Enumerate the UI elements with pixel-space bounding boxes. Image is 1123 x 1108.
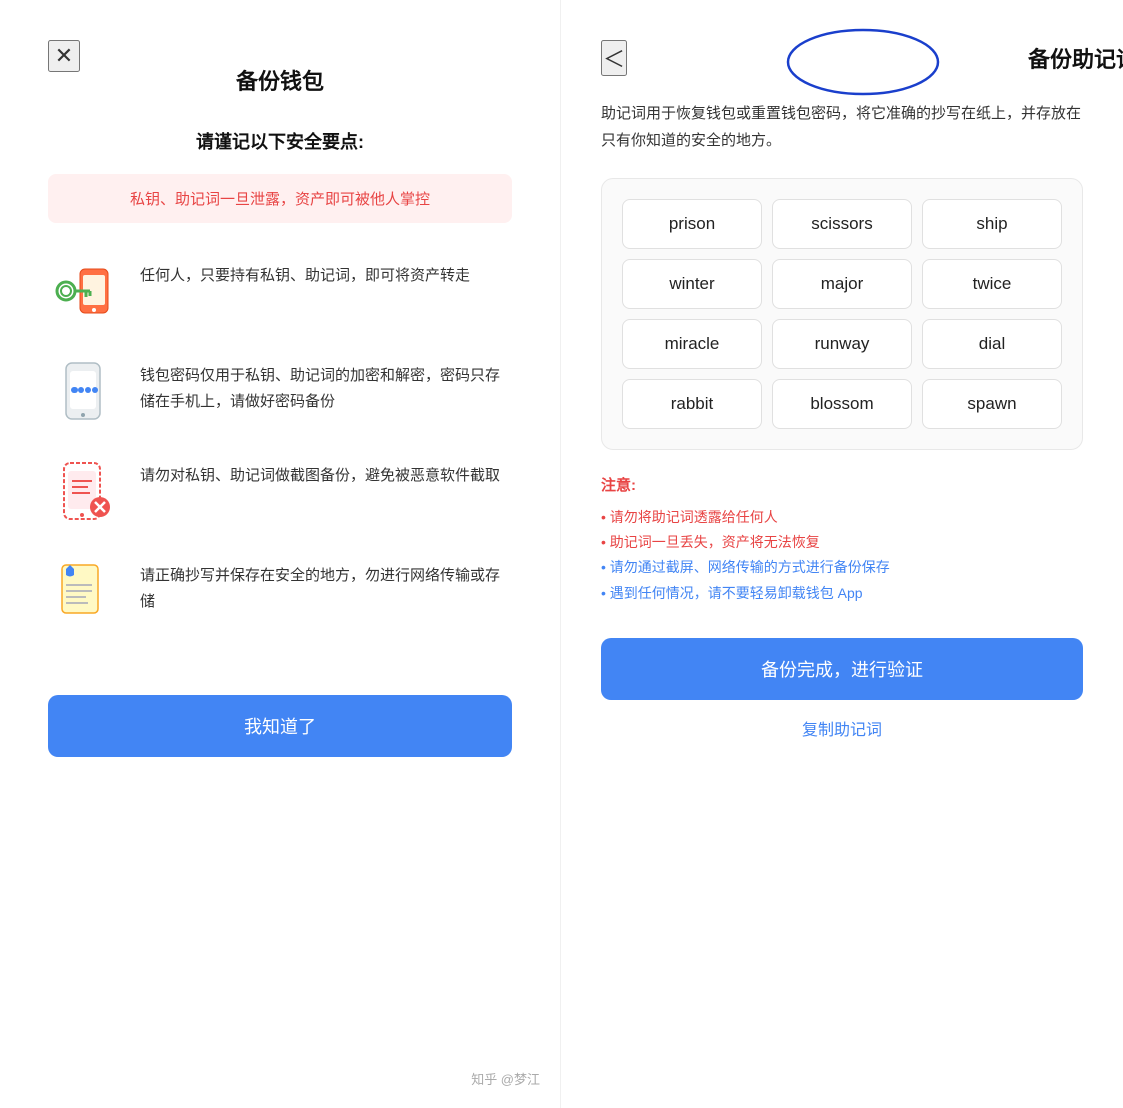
tip-icon-3 xyxy=(48,455,120,527)
safety-heading: 请谨记以下安全要点: xyxy=(48,128,512,154)
back-button[interactable]: ＜ xyxy=(601,40,627,76)
notice-title: 注意: xyxy=(601,474,1083,495)
mnemonic-grid: prisonscissorsship wintermajortwice miracl… xyxy=(601,178,1083,450)
notice-item: • 助记词一旦丢失，资产将无法恢复 xyxy=(601,530,1083,555)
tip-item-4: 请正确抄写并保存在安全的地方，勿进行网络传输或存储 xyxy=(48,555,512,627)
mnemonic-word: blossom xyxy=(772,379,912,429)
tip-text-4: 请正确抄写并保存在安全的地方，勿进行网络传输或存储 xyxy=(140,555,512,614)
tip-text-3: 请勿对私钥、助记词做截图备份，避免被恶意软件截取 xyxy=(140,455,500,489)
copy-mnemonic-link[interactable]: 复制助记词 xyxy=(601,716,1083,740)
mnemonic-word: spawn xyxy=(922,379,1062,429)
warning-banner: 私钥、助记词一旦泄露，资产即可被他人掌控 xyxy=(48,174,512,223)
right-panel: ＜ 备份助记词 助记词用于恢复钱包或重置钱包密码，将它准确的抄写在纸上，并存放在… xyxy=(561,0,1123,1108)
mnemonic-word: miracle xyxy=(622,319,762,369)
right-title: 备份助记词 xyxy=(1028,42,1123,74)
left-title: 备份钱包 xyxy=(48,56,512,96)
tip-icon-1 xyxy=(48,255,120,327)
right-header: ＜ 备份助记词 xyxy=(601,40,1083,76)
tip-item-3: 请勿对私钥、助记词做截图备份，避免被恶意软件截取 xyxy=(48,455,512,527)
tip-icon-4 xyxy=(48,555,120,627)
notice-item: • 请勿将助记词透露给任何人 xyxy=(601,505,1083,530)
mnemonic-word: runway xyxy=(772,319,912,369)
watermark: 知乎 @梦江 xyxy=(471,1069,540,1088)
mnemonic-word: winter xyxy=(622,259,762,309)
right-description: 助记词用于恢复钱包或重置钱包密码，将它准确的抄写在纸上，并存放在只有你知道的安全… xyxy=(601,100,1083,154)
notice-item: • 遇到任何情况，请不要轻易卸载钱包 App xyxy=(601,581,1083,606)
tip-icon-2 xyxy=(48,355,120,427)
understand-button[interactable]: 我知道了 xyxy=(48,695,512,757)
mnemonic-word: prison xyxy=(622,199,762,249)
tip-text-1: 任何人，只要持有私钥、助记词，即可将资产转走 xyxy=(140,255,470,289)
tip-item-1: 任何人，只要持有私钥、助记词，即可将资产转走 xyxy=(48,255,512,327)
tip-item-2: 钱包密码仅用于私钥、助记词的加密和解密，密码只存储在手机上，请做好密码备份 xyxy=(48,355,512,427)
verify-button[interactable]: 备份完成，进行验证 xyxy=(601,638,1083,700)
notice-item: • 请勿通过截屏、网络传输的方式进行备份保存 xyxy=(601,555,1083,580)
notice-section: 注意: • 请勿将助记词透露给任何人• 助记词一旦丢失，资产将无法恢复• 请勿通… xyxy=(601,474,1083,606)
mnemonic-word: twice xyxy=(922,259,1062,309)
tip-text-2: 钱包密码仅用于私钥、助记词的加密和解密，密码只存储在手机上，请做好密码备份 xyxy=(140,355,512,414)
mnemonic-word: ship xyxy=(922,199,1062,249)
mnemonic-word: rabbit xyxy=(622,379,762,429)
left-panel: ✕ 备份钱包 请谨记以下安全要点: 私钥、助记词一旦泄露，资产即可被他人掌控 任… xyxy=(0,0,561,1108)
mnemonic-word: major xyxy=(772,259,912,309)
mnemonic-word: scissors xyxy=(772,199,912,249)
mnemonic-word: dial xyxy=(922,319,1062,369)
